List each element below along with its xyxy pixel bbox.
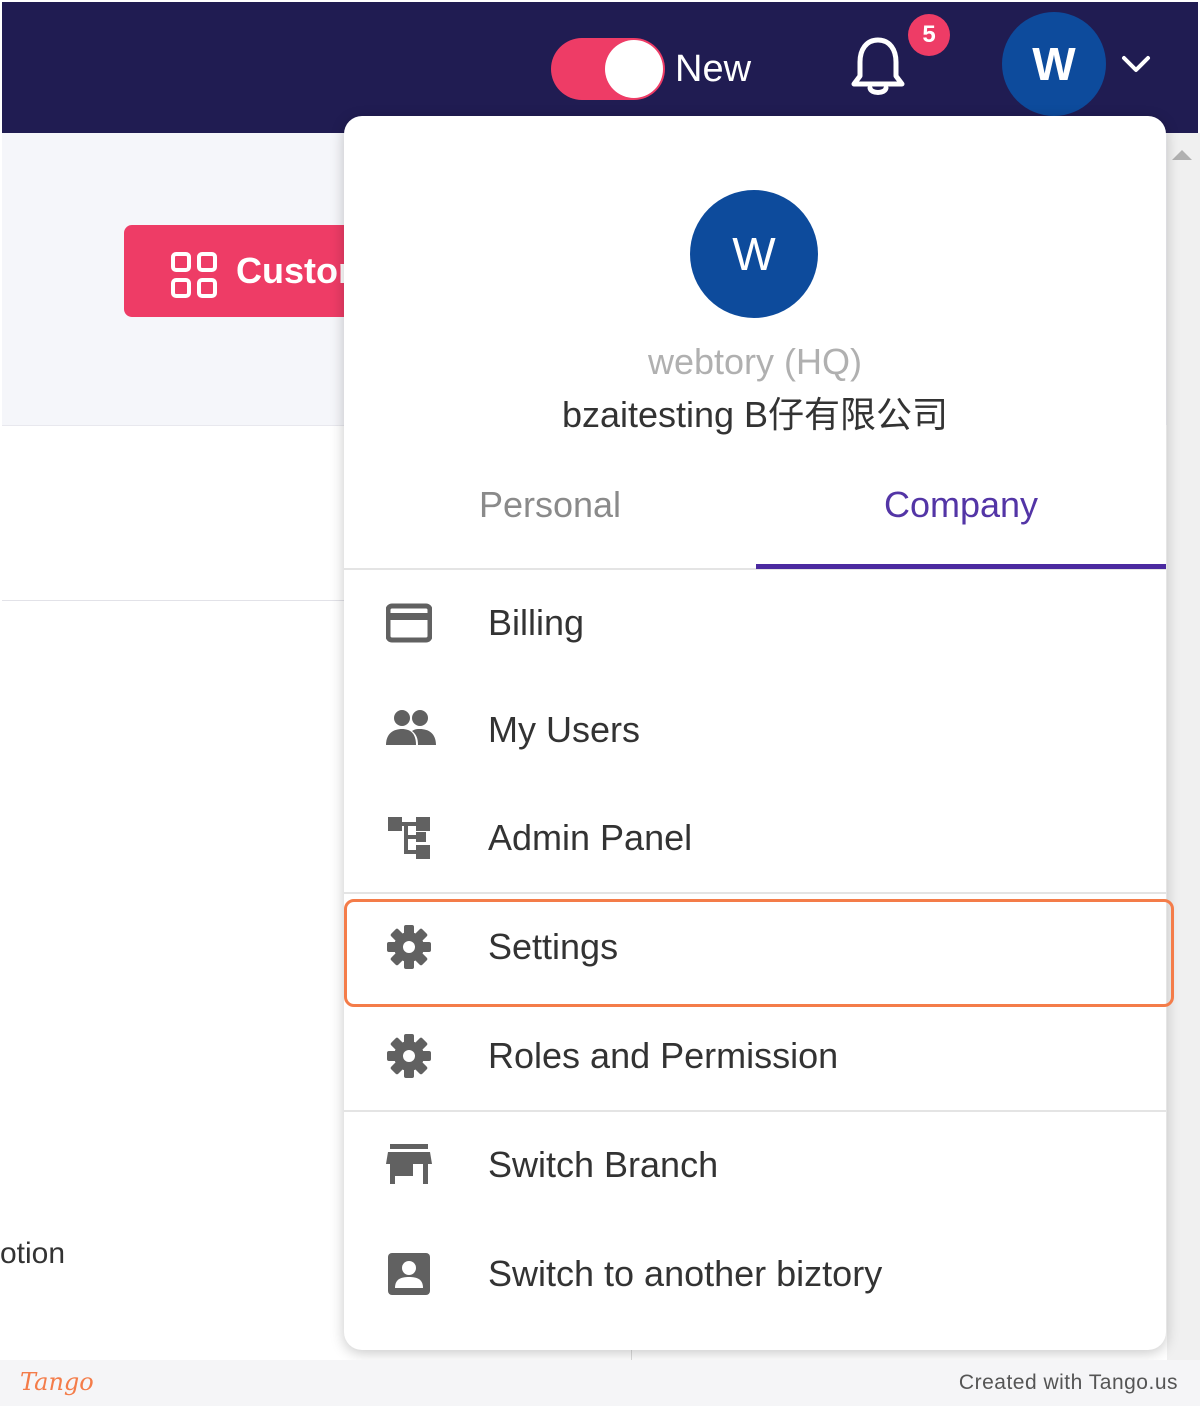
new-ui-toggle[interactable] [551,38,665,100]
menu-item-label: Billing [488,602,585,643]
menu-item-label: Switch Branch [488,1144,719,1185]
menu-item-switch-branch[interactable]: Switch Branch [344,1112,1166,1220]
scrollbar[interactable] [1167,133,1200,1360]
gear-icon [386,1033,432,1079]
toggle-knob [605,40,663,98]
app-frame: New 5 W Custor otion W webtory (HQ) bzai… [0,0,1200,1360]
menu-item-label: Admin Panel [488,817,693,858]
settings-highlight-frame [344,899,1174,1007]
tango-logo: Tango [20,1368,94,1396]
chevron-down-icon[interactable] [1118,48,1154,82]
menu-item-label: Roles and Permission [488,1035,839,1076]
menu-item-roles-and-permission[interactable]: Roles and Permission [344,1003,1166,1111]
contact-box-icon [386,1251,432,1297]
customize-button-label: Custor [236,250,352,291]
menu-item-switch-biztory[interactable]: Switch to another biztory [344,1221,1166,1329]
org-company-name: bzaitesting B仔有限公司 [561,394,949,435]
grid-icon [170,251,218,299]
menu-item-billing[interactable]: Billing [344,570,1166,678]
menu-avatar: W [690,190,818,318]
partial-text: otion [0,1237,66,1270]
notification-badge: 5 [908,14,950,56]
menu-item-my-users[interactable]: My Users [344,677,1166,785]
scroll-up-arrow-icon[interactable] [1172,150,1192,160]
user-avatar[interactable]: W [1002,12,1106,116]
divider [2,600,362,601]
divider [2,425,362,426]
tango-footer: Tango Created with Tango.us [0,1360,1200,1406]
active-tab-indicator [756,564,1166,569]
tango-credit: Created with Tango.us [958,1371,1178,1394]
tab-company[interactable]: Company [756,482,1166,528]
people-icon [386,707,436,753]
org-branch-name: webtory (HQ) [647,341,863,382]
store-icon [386,1142,432,1188]
bell-icon[interactable] [848,34,908,98]
menu-item-label: My Users [488,709,640,750]
tab-personal[interactable]: Personal [344,482,756,528]
account-dropdown-menu: W webtory (HQ) bzaitesting B仔有限公司 Person… [344,116,1166,1350]
credit-card-icon [385,600,433,646]
menu-item-label: Switch to another biztory [488,1253,883,1294]
hierarchy-icon [386,815,432,861]
toggle-label: New [675,48,752,90]
menu-item-admin-panel[interactable]: Admin Panel [344,785,1166,893]
